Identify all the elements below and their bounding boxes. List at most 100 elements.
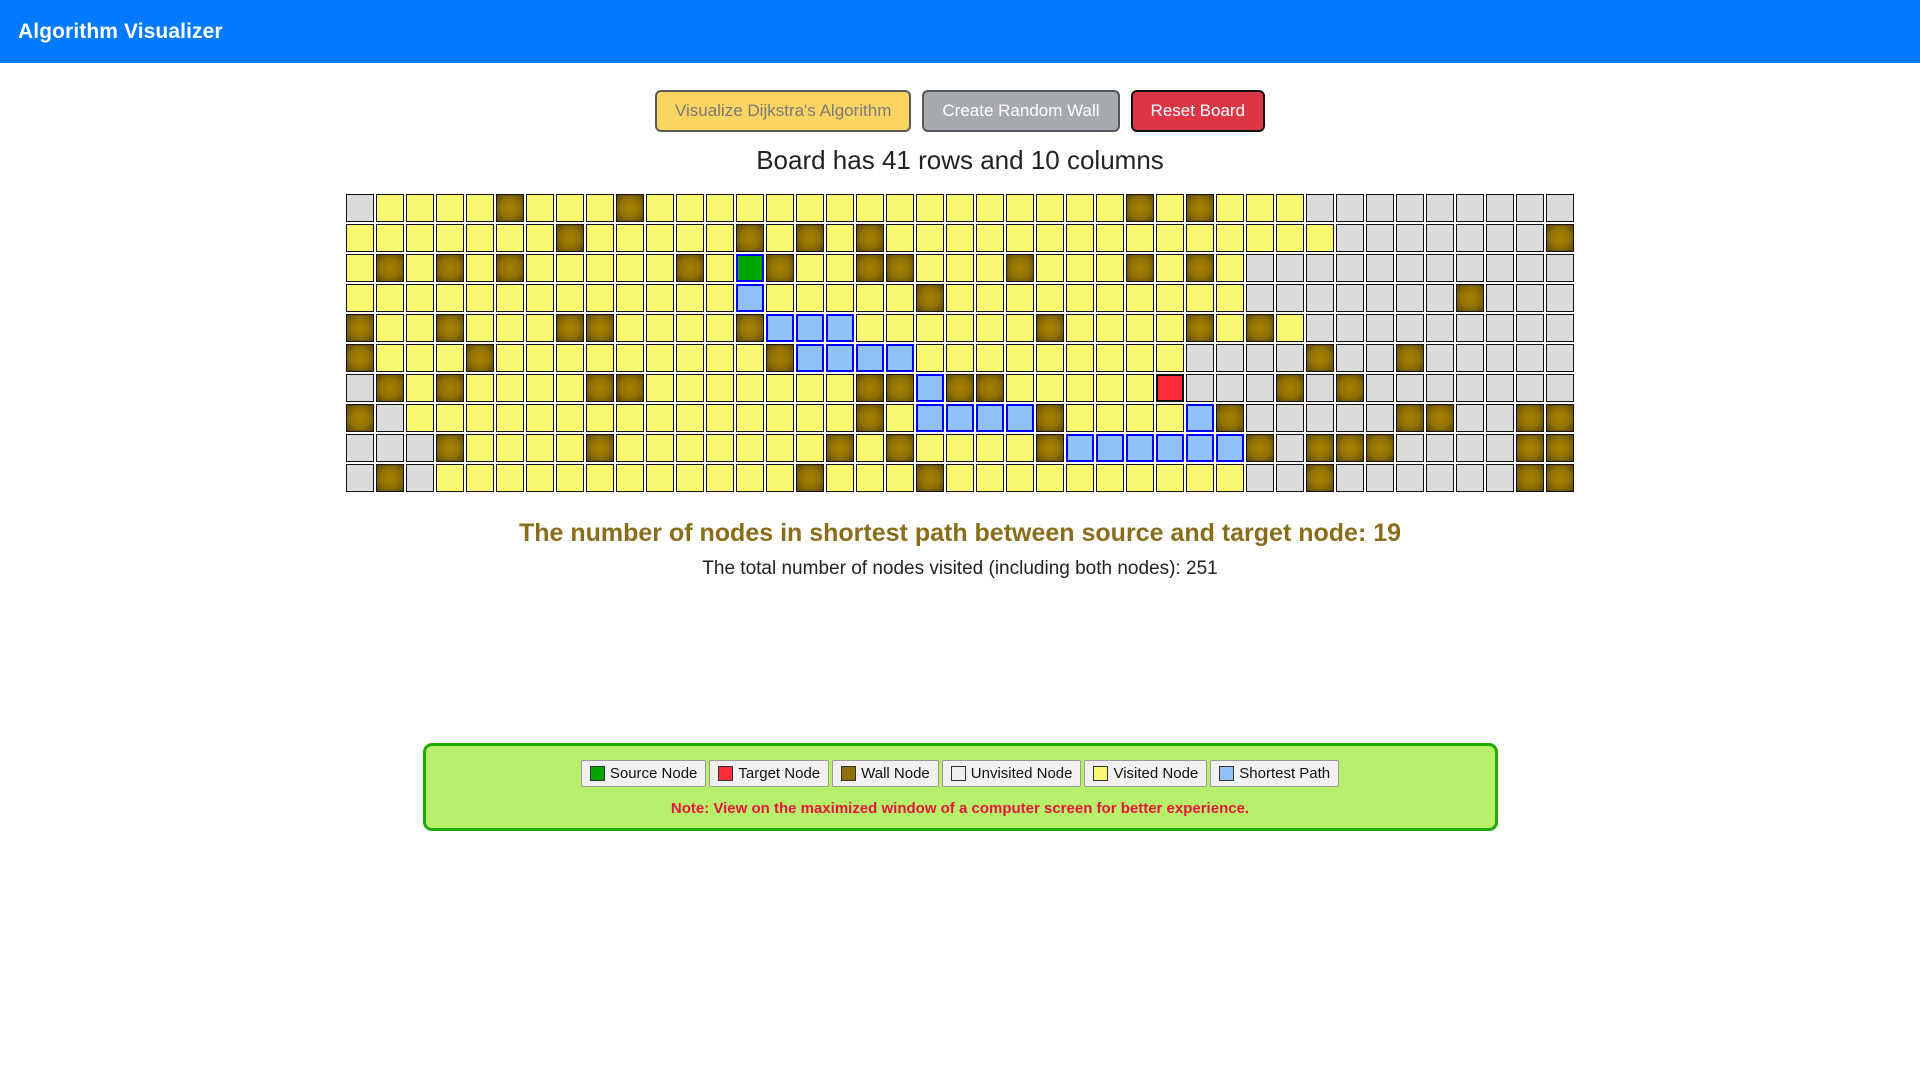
- visited-node[interactable]: [1156, 314, 1184, 343]
- visited-node[interactable]: [676, 434, 704, 463]
- visited-node[interactable]: [946, 194, 974, 223]
- visited-node[interactable]: [526, 404, 554, 433]
- visited-node[interactable]: [466, 464, 494, 493]
- visited-node[interactable]: [1066, 374, 1094, 403]
- unvisited-node[interactable]: [1516, 254, 1544, 283]
- wall-node[interactable]: [1216, 404, 1244, 433]
- unvisited-node[interactable]: [1396, 194, 1424, 223]
- unvisited-node[interactable]: [1516, 374, 1544, 403]
- visited-node[interactable]: [1126, 374, 1154, 403]
- visited-node[interactable]: [706, 404, 734, 433]
- wall-node[interactable]: [676, 254, 704, 283]
- visited-node[interactable]: [466, 314, 494, 343]
- visited-node[interactable]: [706, 194, 734, 223]
- visited-node[interactable]: [1126, 314, 1154, 343]
- visited-node[interactable]: [466, 284, 494, 313]
- unvisited-node[interactable]: [1456, 344, 1484, 373]
- shortest-path-node[interactable]: [886, 344, 914, 373]
- unvisited-node[interactable]: [1276, 344, 1304, 373]
- visited-node[interactable]: [526, 434, 554, 463]
- wall-node[interactable]: [1036, 314, 1064, 343]
- visited-node[interactable]: [916, 314, 944, 343]
- wall-node[interactable]: [766, 254, 794, 283]
- visited-node[interactable]: [496, 284, 524, 313]
- shortest-path-node[interactable]: [1156, 434, 1184, 463]
- unvisited-node[interactable]: [1366, 314, 1394, 343]
- unvisited-node[interactable]: [1516, 224, 1544, 253]
- unvisited-node[interactable]: [1546, 314, 1574, 343]
- visited-node[interactable]: [856, 314, 884, 343]
- visited-node[interactable]: [916, 194, 944, 223]
- visited-node[interactable]: [766, 464, 794, 493]
- visited-node[interactable]: [676, 224, 704, 253]
- wall-node[interactable]: [1366, 434, 1394, 463]
- visited-node[interactable]: [886, 464, 914, 493]
- visited-node[interactable]: [736, 434, 764, 463]
- wall-node[interactable]: [556, 224, 584, 253]
- unvisited-node[interactable]: [1456, 254, 1484, 283]
- unvisited-node[interactable]: [1306, 284, 1334, 313]
- visited-node[interactable]: [1006, 434, 1034, 463]
- unvisited-node[interactable]: [1306, 314, 1334, 343]
- visited-node[interactable]: [1006, 344, 1034, 373]
- visited-node[interactable]: [1276, 314, 1304, 343]
- visited-node[interactable]: [826, 404, 854, 433]
- unvisited-node[interactable]: [1486, 404, 1514, 433]
- visited-node[interactable]: [916, 434, 944, 463]
- unvisited-node[interactable]: [1516, 194, 1544, 223]
- unvisited-node[interactable]: [1306, 254, 1334, 283]
- visited-node[interactable]: [376, 284, 404, 313]
- visited-node[interactable]: [1036, 374, 1064, 403]
- unvisited-node[interactable]: [406, 464, 434, 493]
- visited-node[interactable]: [1156, 224, 1184, 253]
- visited-node[interactable]: [826, 224, 854, 253]
- unvisited-node[interactable]: [1546, 254, 1574, 283]
- visited-node[interactable]: [796, 404, 824, 433]
- unvisited-node[interactable]: [1426, 374, 1454, 403]
- visited-node[interactable]: [1096, 374, 1124, 403]
- source-node[interactable]: [736, 254, 764, 283]
- visited-node[interactable]: [466, 374, 494, 403]
- wall-node[interactable]: [586, 374, 614, 403]
- shortest-path-node[interactable]: [1186, 434, 1214, 463]
- unvisited-node[interactable]: [1516, 284, 1544, 313]
- visited-node[interactable]: [736, 464, 764, 493]
- unvisited-node[interactable]: [1336, 284, 1364, 313]
- wall-node[interactable]: [946, 374, 974, 403]
- unvisited-node[interactable]: [1336, 314, 1364, 343]
- wall-node[interactable]: [616, 374, 644, 403]
- unvisited-node[interactable]: [1246, 344, 1274, 373]
- unvisited-node[interactable]: [1366, 284, 1394, 313]
- visited-node[interactable]: [1096, 464, 1124, 493]
- wall-node[interactable]: [766, 344, 794, 373]
- visited-node[interactable]: [766, 284, 794, 313]
- visited-node[interactable]: [1096, 314, 1124, 343]
- unvisited-node[interactable]: [1486, 284, 1514, 313]
- unvisited-node[interactable]: [1456, 374, 1484, 403]
- wall-node[interactable]: [796, 224, 824, 253]
- visited-node[interactable]: [1096, 284, 1124, 313]
- unvisited-node[interactable]: [1336, 404, 1364, 433]
- visited-node[interactable]: [376, 224, 404, 253]
- visited-node[interactable]: [616, 314, 644, 343]
- unvisited-node[interactable]: [1456, 194, 1484, 223]
- visited-node[interactable]: [526, 254, 554, 283]
- visited-node[interactable]: [946, 224, 974, 253]
- unvisited-node[interactable]: [1486, 224, 1514, 253]
- visited-node[interactable]: [1066, 464, 1094, 493]
- shortest-path-node[interactable]: [1006, 404, 1034, 433]
- visited-node[interactable]: [406, 194, 434, 223]
- wall-node[interactable]: [1546, 224, 1574, 253]
- visited-node[interactable]: [1276, 194, 1304, 223]
- visited-node[interactable]: [676, 344, 704, 373]
- wall-node[interactable]: [1516, 464, 1544, 493]
- visited-node[interactable]: [646, 464, 674, 493]
- visited-node[interactable]: [346, 254, 374, 283]
- visited-node[interactable]: [1036, 254, 1064, 283]
- unvisited-node[interactable]: [1336, 254, 1364, 283]
- unvisited-node[interactable]: [1426, 434, 1454, 463]
- wall-node[interactable]: [1456, 284, 1484, 313]
- visited-node[interactable]: [976, 254, 1004, 283]
- unvisited-node[interactable]: [1396, 374, 1424, 403]
- unvisited-node[interactable]: [1516, 314, 1544, 343]
